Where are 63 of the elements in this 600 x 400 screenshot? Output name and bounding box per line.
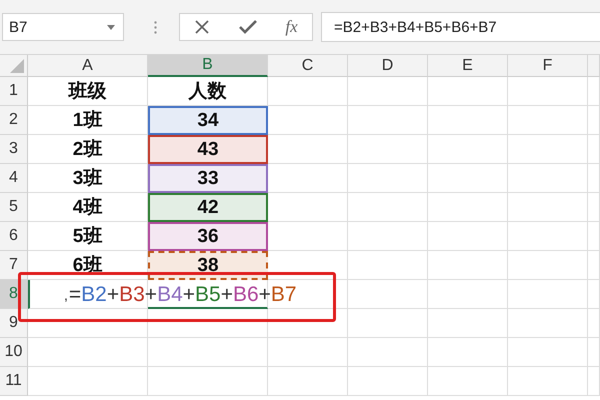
text-cursor: , (64, 286, 68, 302)
table-cell (588, 280, 600, 309)
formula-part: B7 (270, 282, 297, 306)
formula-part: + (258, 282, 271, 306)
referenced-cell: 38 (148, 251, 268, 280)
table-cell (588, 222, 600, 251)
formula-part: B4 (157, 282, 183, 306)
grip-icon (154, 20, 157, 34)
row-header[interactable]: 11 (0, 367, 28, 396)
row-header[interactable]: 7 (0, 251, 28, 280)
row-header[interactable]: 9 (0, 309, 28, 338)
formula-part: = (68, 282, 82, 306)
referenced-cell: 43 (148, 135, 268, 164)
table-cell (588, 164, 600, 193)
referenced-cell: 36 (148, 222, 268, 251)
column-header[interactable]: C (268, 55, 348, 77)
column-header[interactable]: A (28, 55, 148, 77)
formula-part: + (106, 282, 120, 306)
formula-part: B3 (119, 282, 145, 306)
column-header[interactable]: B (148, 55, 268, 77)
table-cell (588, 367, 600, 396)
close-icon (194, 19, 210, 35)
column-header[interactable]: E (428, 55, 508, 77)
table-cell (588, 106, 600, 135)
formula-part: B5 (195, 282, 221, 306)
row-header[interactable]: 1 (0, 77, 28, 106)
table-cell: 3班 (28, 164, 148, 193)
insert-function-button[interactable]: fx (281, 15, 302, 39)
table-cell (588, 77, 600, 106)
formula-bar[interactable]: =B2+B3+B4+B5+B6+B7 (321, 12, 600, 42)
column-header[interactable]: D (348, 55, 428, 77)
referenced-cell: 34 (148, 106, 268, 135)
row-header[interactable]: 4 (0, 164, 28, 193)
formula-part: + (144, 282, 158, 306)
formula-input[interactable]: ,=B2+B3+B4+B5+B6+B7 (64, 280, 297, 309)
caret-icon (107, 24, 115, 30)
column-header[interactable]: F (508, 55, 588, 77)
select-all-icon (10, 59, 24, 73)
row-header[interactable]: 2 (0, 106, 28, 135)
row-header[interactable]: 6 (0, 222, 28, 251)
table-cell (588, 251, 600, 280)
table-cell: 2班 (28, 135, 148, 164)
table-cell: 人数 (148, 77, 268, 106)
table-cell: 5班 (28, 222, 148, 251)
formula-part: + (220, 282, 233, 306)
table-cell: 1班 (28, 106, 148, 135)
table-cell (588, 193, 600, 222)
formula-part: + (182, 282, 196, 306)
referenced-cell: 33 (148, 164, 268, 193)
table-cell: 6班 (28, 251, 148, 280)
table-cell: 班级 (28, 77, 148, 106)
formula-part: B6 (232, 282, 259, 306)
table-cell (588, 135, 600, 164)
table-cell (588, 338, 600, 367)
name-box[interactable]: B7 (2, 13, 124, 41)
table-cell: 4班 (28, 193, 148, 222)
referenced-cell: 42 (148, 193, 268, 222)
row-header[interactable]: 5 (0, 193, 28, 222)
row-header[interactable]: 10 (0, 338, 28, 367)
row-header[interactable]: 3 (0, 135, 28, 164)
check-icon (238, 20, 257, 34)
formula-part: B2 (81, 282, 107, 306)
table-cell (588, 309, 600, 338)
